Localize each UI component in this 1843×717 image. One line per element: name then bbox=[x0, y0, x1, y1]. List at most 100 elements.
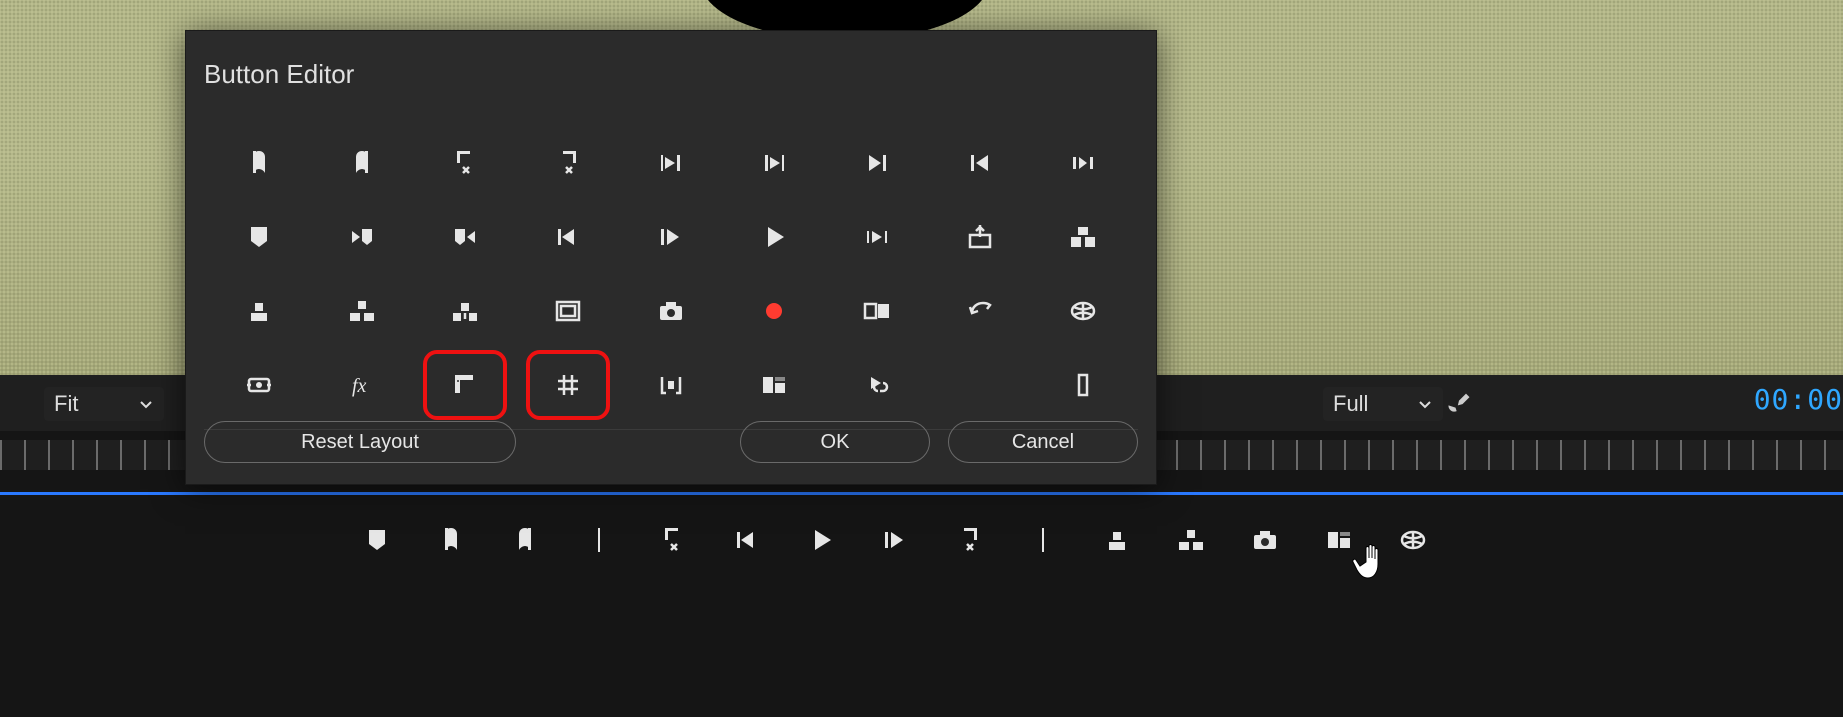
transport-add-marker[interactable] bbox=[360, 523, 394, 557]
prev-marker-icon bbox=[449, 221, 481, 253]
trim-forward-button[interactable] bbox=[745, 360, 803, 410]
lift-button[interactable] bbox=[230, 286, 288, 336]
transport-go-to-out[interactable] bbox=[952, 523, 986, 557]
transport-trim-forward[interactable] bbox=[1322, 523, 1356, 557]
comparison-view-button[interactable] bbox=[848, 286, 906, 336]
step-forward-1-frame-button[interactable] bbox=[642, 212, 700, 262]
go-to-in-button[interactable] bbox=[436, 138, 494, 188]
snapshot-button[interactable] bbox=[642, 286, 700, 336]
go-to-in-icon bbox=[449, 147, 481, 179]
zoom-fit-label: Fit bbox=[54, 391, 78, 417]
link-selection-icon bbox=[861, 369, 893, 401]
button-grid: fx bbox=[208, 126, 1134, 422]
step-forward-icon bbox=[879, 524, 911, 556]
record-icon bbox=[758, 295, 790, 327]
play-icon bbox=[758, 221, 790, 253]
timecode-display[interactable]: 00:00 bbox=[1754, 383, 1843, 416]
trim-forward-icon bbox=[1323, 524, 1355, 556]
mark-out-icon bbox=[346, 147, 378, 179]
go-to-previous-icon bbox=[964, 147, 996, 179]
step-forward-out-button[interactable] bbox=[745, 138, 803, 188]
step-back-1-frame-button[interactable] bbox=[539, 212, 597, 262]
export-frame-button[interactable] bbox=[951, 212, 1009, 262]
prev-marker-button[interactable] bbox=[436, 212, 494, 262]
proxy-toggle-icon bbox=[243, 369, 275, 401]
play-in-to-out-button[interactable] bbox=[848, 212, 906, 262]
transparency-grid-icon bbox=[1067, 369, 1099, 401]
transport-extract[interactable] bbox=[1174, 523, 1208, 557]
go-to-out-icon bbox=[552, 147, 584, 179]
undo-button[interactable] bbox=[951, 286, 1009, 336]
transport-vr-video[interactable] bbox=[1396, 523, 1430, 557]
mark-in-icon bbox=[435, 524, 467, 556]
chevron-down-icon bbox=[138, 396, 154, 412]
reset-layout-button[interactable]: Reset Layout bbox=[204, 421, 516, 463]
link-selection-button[interactable] bbox=[848, 360, 906, 410]
zoom-fit-dropdown[interactable]: Fit bbox=[44, 387, 164, 421]
play-in-to-out-icon bbox=[861, 221, 893, 253]
vr-video-icon bbox=[1397, 524, 1429, 556]
insert-icon bbox=[449, 295, 481, 327]
divider-icon bbox=[1027, 524, 1059, 556]
step-back-in-icon bbox=[655, 147, 687, 179]
multicam-view-icon bbox=[1067, 221, 1099, 253]
mark-out-button[interactable] bbox=[333, 138, 391, 188]
play-icon bbox=[805, 524, 837, 556]
cancel-button[interactable]: Cancel bbox=[948, 421, 1138, 463]
spacer-icon bbox=[964, 369, 996, 401]
mark-in-icon bbox=[243, 147, 275, 179]
transport-lift[interactable] bbox=[1100, 523, 1134, 557]
dialog-button-row: Reset Layout OK Cancel bbox=[204, 418, 1138, 466]
extract-button[interactable] bbox=[333, 286, 391, 336]
settings-wrench-icon[interactable] bbox=[1445, 389, 1473, 422]
transport-bar bbox=[0, 500, 1843, 580]
play-button[interactable] bbox=[745, 212, 803, 262]
go-to-out-icon bbox=[953, 524, 985, 556]
add-marker-icon bbox=[361, 524, 393, 556]
snapshot-icon bbox=[655, 295, 687, 327]
add-marker-button[interactable] bbox=[230, 212, 288, 262]
multicam-view-button[interactable] bbox=[1054, 212, 1112, 262]
transport-snapshot[interactable] bbox=[1248, 523, 1282, 557]
step-forward-1-frame-icon bbox=[655, 221, 687, 253]
transport-step-back[interactable] bbox=[730, 523, 764, 557]
record-button[interactable] bbox=[745, 286, 803, 336]
proxy-toggle-button[interactable] bbox=[230, 360, 288, 410]
safe-margins-button[interactable] bbox=[539, 286, 597, 336]
markers-brackets-button[interactable] bbox=[642, 360, 700, 410]
add-marker-icon bbox=[243, 221, 275, 253]
go-to-previous-button[interactable] bbox=[951, 138, 1009, 188]
transport-play[interactable] bbox=[804, 523, 838, 557]
ruler-icon bbox=[449, 369, 481, 401]
transport-step-forward[interactable] bbox=[878, 523, 912, 557]
step-to-next-button[interactable] bbox=[848, 138, 906, 188]
extract-icon bbox=[346, 295, 378, 327]
resolution-label: Full bbox=[1333, 391, 1368, 417]
resolution-dropdown[interactable]: Full bbox=[1323, 387, 1443, 421]
undo-icon bbox=[964, 295, 996, 327]
transparency-grid-button[interactable] bbox=[1054, 360, 1112, 410]
step-back-in-button[interactable] bbox=[642, 138, 700, 188]
step-back-icon bbox=[731, 524, 763, 556]
vr-video-button[interactable] bbox=[1054, 286, 1112, 336]
transport-mark-out[interactable] bbox=[508, 523, 542, 557]
safe-margins-icon bbox=[552, 295, 584, 327]
transport-mark-in[interactable] bbox=[434, 523, 468, 557]
step-back-1-frame-icon bbox=[552, 221, 584, 253]
fx-button[interactable]: fx bbox=[333, 360, 391, 410]
ok-button[interactable]: OK bbox=[740, 421, 930, 463]
insert-button[interactable] bbox=[436, 286, 494, 336]
play-around-button[interactable] bbox=[1054, 138, 1112, 188]
mark-out-icon bbox=[509, 524, 541, 556]
markers-brackets-icon bbox=[655, 369, 687, 401]
ruler-button[interactable] bbox=[423, 350, 507, 420]
mark-in-button[interactable] bbox=[230, 138, 288, 188]
next-marker-button[interactable] bbox=[333, 212, 391, 262]
transport-go-to-in[interactable] bbox=[656, 523, 690, 557]
button-editor-dialog: Button Editor fx Reset Layout OK Cancel bbox=[185, 30, 1157, 485]
play-around-icon bbox=[1067, 147, 1099, 179]
extract-icon bbox=[1175, 524, 1207, 556]
hand-cursor-icon bbox=[1352, 538, 1400, 595]
grid-overlay-button[interactable] bbox=[526, 350, 610, 420]
go-to-out-button[interactable] bbox=[539, 138, 597, 188]
